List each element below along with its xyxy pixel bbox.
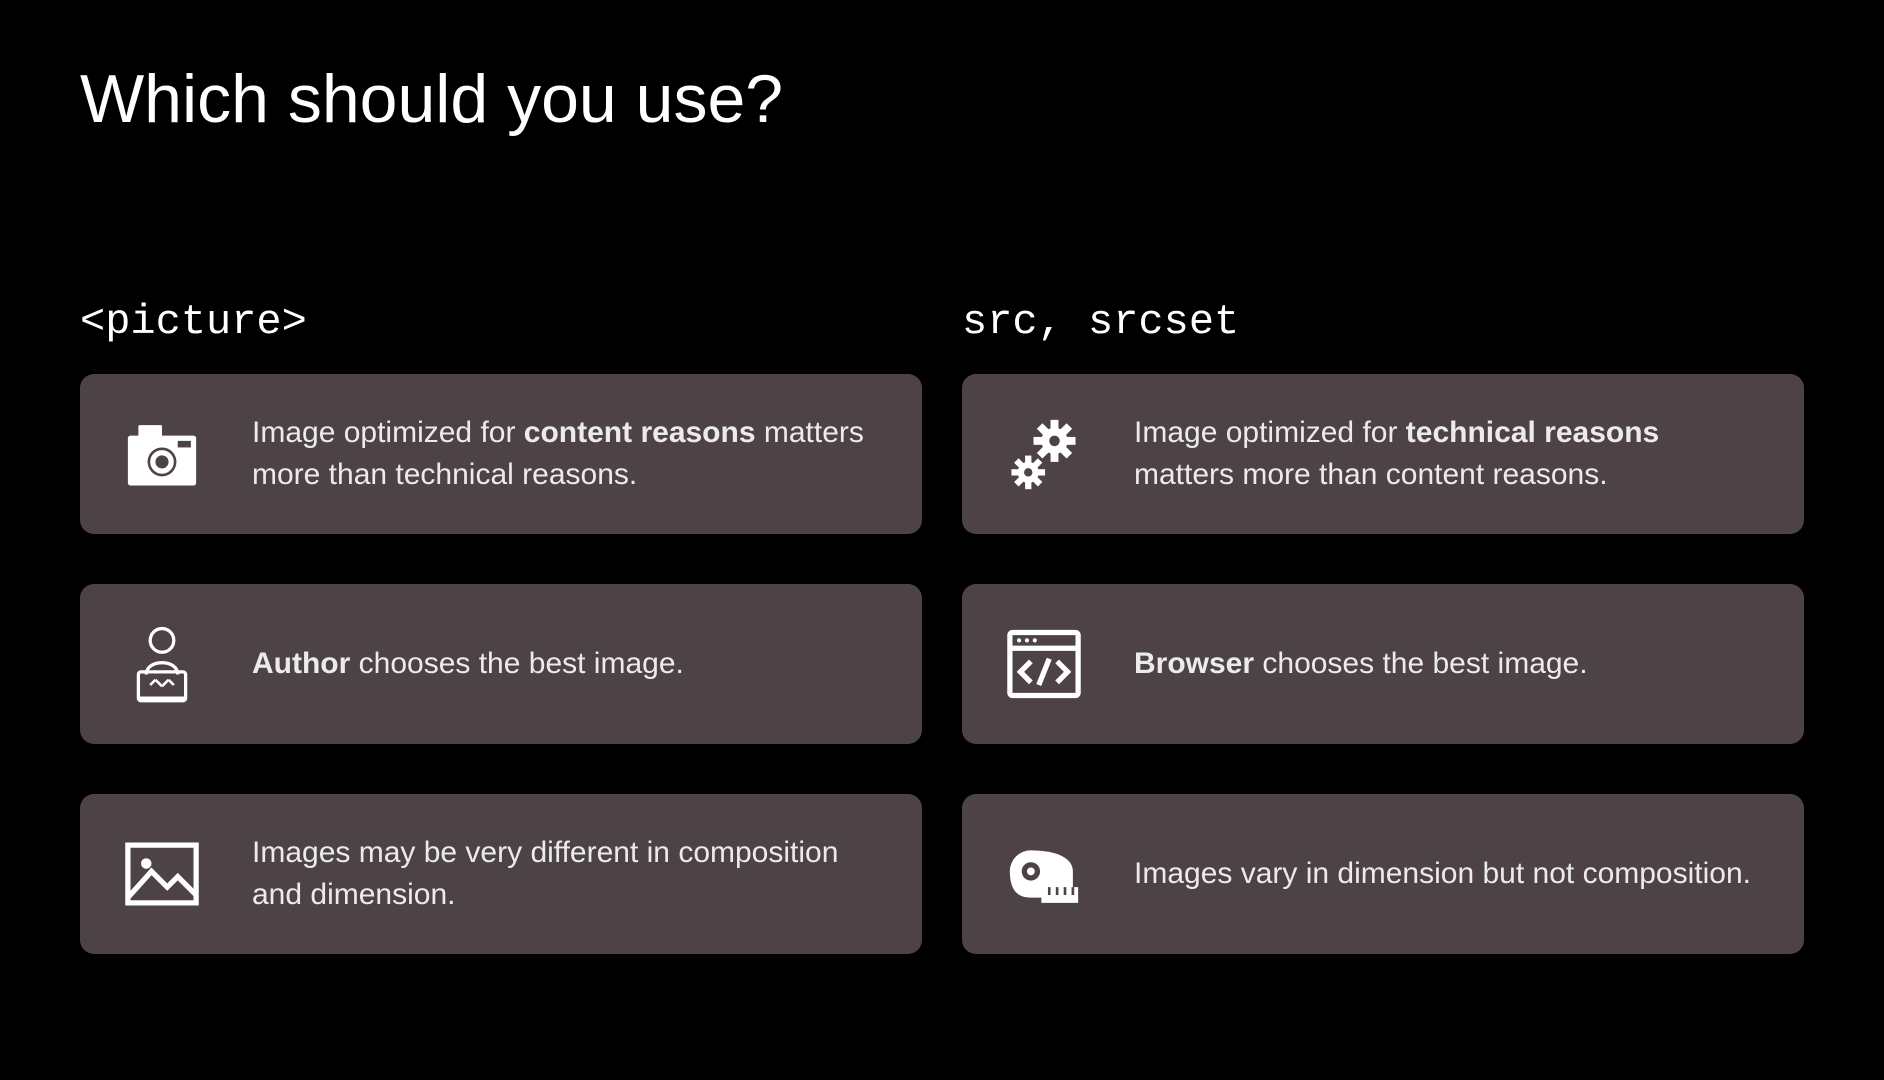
card-text: Author chooses the best image. <box>252 643 684 685</box>
card-text: Image optimized for content reasons matt… <box>252 412 882 496</box>
text-bold: technical reasons <box>1406 416 1659 449</box>
card-same-composition: Images vary in dimension but not composi… <box>962 794 1804 954</box>
camera-icon <box>120 412 204 496</box>
tape-measure-icon <box>1002 832 1086 916</box>
card-author-chooses: Author chooses the best image. <box>80 584 922 744</box>
card-text: Image optimized for technical reasons ma… <box>1134 412 1764 496</box>
text-prefix: Image optimized for <box>252 416 524 449</box>
card-browser-chooses: Browser chooses the best image. <box>962 584 1804 744</box>
text-suffix: chooses the best image. <box>1254 647 1588 680</box>
picture-column: <picture> Image optimized for content re… <box>80 298 922 1014</box>
text-prefix: Image optimized for <box>1134 416 1406 449</box>
text-suffix: matters more than content reasons. <box>1134 458 1608 491</box>
picture-icon <box>120 832 204 916</box>
card-different-composition: Images may be very different in composit… <box>80 794 922 954</box>
author-icon <box>120 622 204 706</box>
text-suffix: chooses the best image. <box>350 647 684 680</box>
browser-icon <box>1002 622 1086 706</box>
card-technical-reasons: Image optimized for technical reasons ma… <box>962 374 1804 534</box>
text-bold: content reasons <box>524 416 756 449</box>
card-text: Images vary in dimension but not composi… <box>1134 853 1751 895</box>
srcset-column-heading: src, srcset <box>962 298 1804 346</box>
text-prefix: Images vary in dimension but not composi… <box>1134 857 1751 890</box>
srcset-column: src, srcset <box>962 298 1804 1014</box>
picture-column-heading: <picture> <box>80 298 922 346</box>
text-prefix: Images may be very different in composit… <box>252 836 838 911</box>
slide-title: Which should you use? <box>80 60 1804 138</box>
gears-icon <box>1002 412 1086 496</box>
text-bold: Author <box>252 647 350 680</box>
card-text: Browser chooses the best image. <box>1134 643 1588 685</box>
comparison-columns: <picture> Image optimized for content re… <box>80 298 1804 1014</box>
card-content-reasons: Image optimized for content reasons matt… <box>80 374 922 534</box>
card-text: Images may be very different in composit… <box>252 832 882 916</box>
text-bold: Browser <box>1134 647 1254 680</box>
